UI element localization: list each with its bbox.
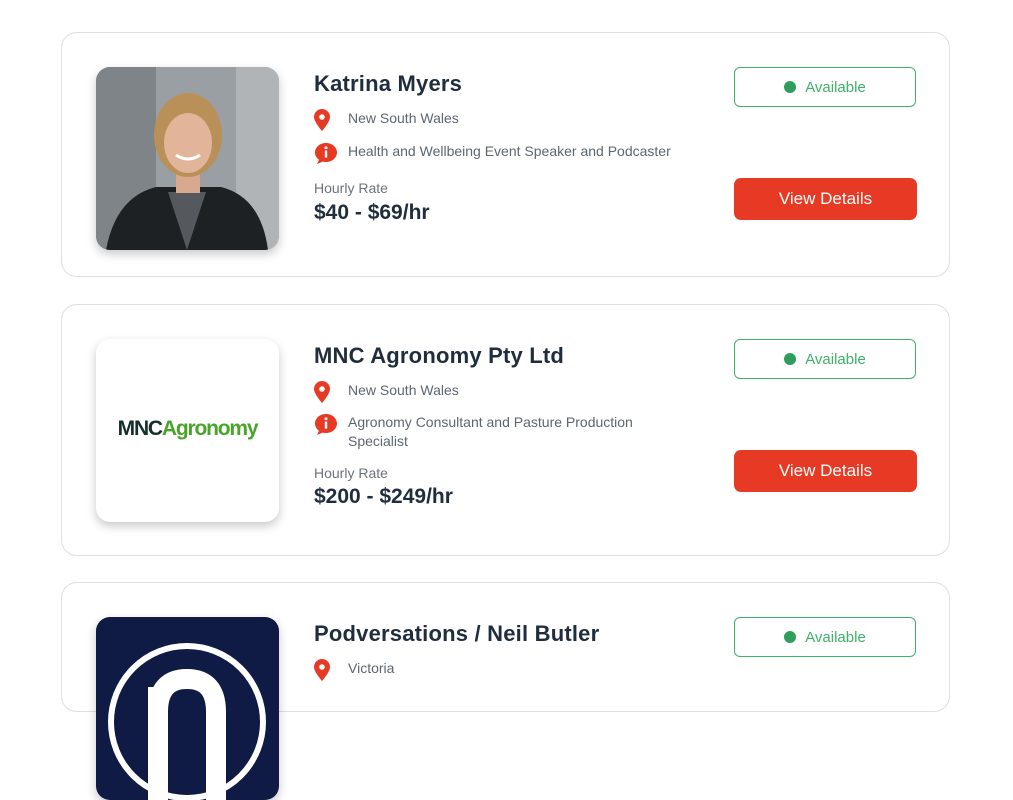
rate-label: Hourly Rate: [314, 465, 388, 481]
rate-value: $200 - $249/hr: [314, 485, 453, 508]
listing-name[interactable]: Podversations / Neil Butler: [314, 621, 599, 647]
company-logo[interactable]: MNCAgronomy: [96, 339, 279, 522]
location-text: Victoria: [348, 660, 395, 676]
listing-card: Katrina Myers New South Wales Health and…: [61, 32, 950, 277]
location-row: New South Wales: [314, 381, 459, 403]
listing-name[interactable]: Katrina Myers: [314, 71, 462, 97]
view-details-button[interactable]: View Details: [734, 178, 917, 220]
location-pin-icon: [314, 109, 330, 131]
info-bubble-icon: [315, 143, 337, 164]
description-row: Agronomy Consultant and Pasture Producti…: [314, 413, 633, 451]
description-line: Specialist: [348, 433, 408, 449]
description-text: Health and Wellbeing Event Speaker and P…: [348, 143, 671, 159]
view-details-button[interactable]: View Details: [734, 450, 917, 492]
location-row: Victoria: [314, 659, 394, 681]
portrait-image: [96, 67, 279, 250]
status-text: Available: [805, 350, 866, 368]
status-text: Available: [805, 628, 866, 646]
podcast-logo-icon: [108, 643, 266, 800]
status-dot-icon: [784, 631, 797, 643]
listing-name[interactable]: MNC Agronomy Pty Ltd: [314, 343, 564, 369]
location-row: New South Wales: [314, 109, 459, 131]
location-pin-icon: [314, 381, 330, 403]
status-badge: Available: [734, 67, 916, 107]
rate-label: Hourly Rate: [314, 180, 388, 196]
status-text: Available: [805, 78, 866, 96]
status-badge: Available: [734, 339, 916, 379]
status-badge: Available: [734, 617, 916, 657]
location-text: New South Wales: [348, 382, 459, 398]
info-bubble-icon: [315, 414, 337, 435]
location-pin-icon: [314, 659, 330, 681]
description-text: Agronomy Consultant and Pasture Producti…: [348, 413, 633, 451]
status-dot-icon: [784, 353, 797, 365]
description-row: Health and Wellbeing Event Speaker and P…: [314, 142, 671, 164]
company-logo[interactable]: [96, 617, 279, 800]
listing-card: MNCAgronomy MNC Agronomy Pty Ltd New Sou…: [61, 304, 950, 556]
rate-value: $40 - $69/hr: [314, 201, 430, 224]
logo-wordmark: MNCAgronomy: [117, 417, 259, 440]
profile-photo[interactable]: [96, 67, 279, 250]
description-line: Agronomy Consultant and Pasture Producti…: [348, 414, 633, 430]
location-text: New South Wales: [348, 110, 459, 126]
status-dot-icon: [784, 81, 797, 93]
